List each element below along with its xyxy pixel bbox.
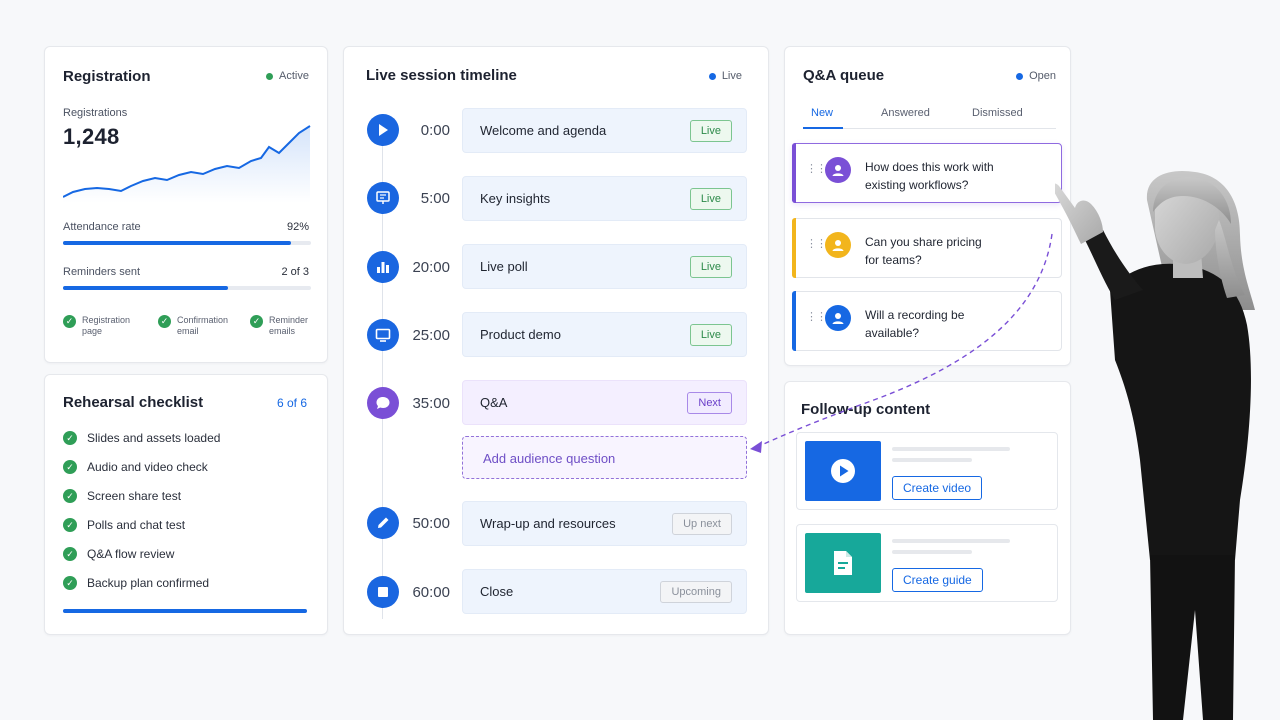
presenter-photo — [1055, 170, 1255, 720]
